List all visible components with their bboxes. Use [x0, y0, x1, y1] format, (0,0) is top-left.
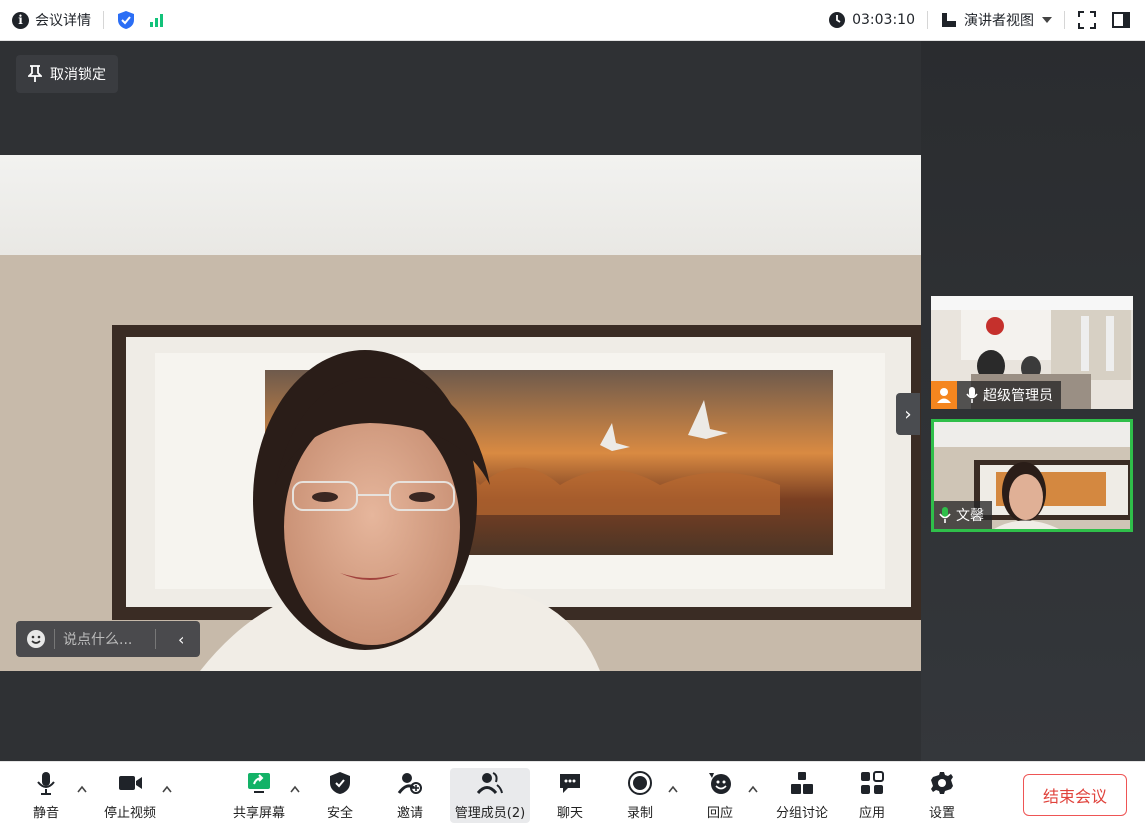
chevron-up-icon[interactable]: [748, 785, 758, 793]
view-mode-label: 演讲者视图: [964, 13, 1034, 29]
record-icon: [628, 771, 652, 795]
speaker-view-icon: [942, 13, 956, 27]
mute-button[interactable]: 静音: [24, 768, 68, 823]
breakout-rooms-label: 分组讨论: [775, 806, 828, 821]
meeting-timer: 03:03:10: [852, 12, 915, 28]
shield-icon: [330, 772, 350, 794]
emoji-icon[interactable]: [26, 629, 46, 649]
invite-label: 邀请: [396, 806, 423, 821]
chevron-up-icon[interactable]: [290, 785, 300, 793]
apps-label: 应用: [858, 806, 885, 821]
divider: [103, 11, 104, 29]
security-shield-icon[interactable]: [116, 10, 136, 30]
video-camera-icon: [119, 776, 142, 790]
clock-icon: [829, 12, 846, 28]
add-user-icon: [397, 773, 422, 794]
mute-label: 静音: [32, 806, 59, 821]
unlock-pin-button[interactable]: 取消锁定: [16, 55, 118, 93]
meeting-info-label: 会议详情: [35, 13, 91, 29]
security-button[interactable]: 安全: [320, 768, 360, 823]
chevron-down-icon: [1042, 17, 1052, 23]
unlock-label: 取消锁定: [50, 67, 106, 83]
meeting-toolbar: 静音 停止视频 共享屏幕 安全 邀请 管理成员(2) 聊天 录制 回应 分组讨论…: [0, 761, 1145, 828]
participant-name: 文馨: [956, 508, 984, 524]
security-label: 安全: [326, 806, 353, 821]
breakout-rooms-button[interactable]: 分组讨论: [770, 768, 834, 823]
meeting-info-button[interactable]: i 会议详情: [12, 10, 91, 30]
apps-grid-icon: [861, 771, 884, 794]
participant-label: 文馨: [934, 501, 992, 529]
chat-placeholder[interactable]: 说点什么...: [63, 629, 147, 649]
stop-video-button[interactable]: 停止视频: [98, 768, 162, 823]
divider: [155, 629, 156, 649]
reaction-icon: [709, 773, 731, 794]
participant-tile-active-speaker[interactable]: 文馨: [931, 419, 1133, 532]
network-signal-icon[interactable]: [150, 13, 163, 27]
apps-button[interactable]: 应用: [852, 768, 892, 823]
expand-side-panel-icon[interactable]: ›: [896, 393, 920, 435]
chat-button[interactable]: 聊天: [550, 768, 590, 823]
record-button[interactable]: 录制: [618, 768, 662, 823]
manage-members-button[interactable]: 管理成员(2): [450, 768, 530, 823]
record-label: 录制: [626, 806, 653, 821]
share-screen-label: 共享屏幕: [232, 806, 285, 821]
microphone-active-icon: [939, 507, 951, 523]
chat-icon: [560, 774, 580, 793]
user-avatar-icon: [931, 381, 957, 409]
pin-icon: [28, 65, 42, 82]
chevron-up-icon[interactable]: [162, 785, 172, 793]
view-mode-dropdown[interactable]: 演讲者视图: [940, 10, 1052, 30]
gear-icon: [931, 772, 953, 794]
chat-quick-input[interactable]: 说点什么... ‹: [16, 621, 200, 657]
main-video-stage: 取消锁定 说点什么... ‹ ›: [0, 41, 921, 761]
participant-label: 超级管理员: [931, 381, 1061, 409]
top-bar: i 会议详情 03:03:10 演讲者视图: [0, 0, 1145, 41]
invite-button[interactable]: 邀请: [388, 768, 432, 823]
side-panel-toggle-icon[interactable]: [1111, 10, 1131, 30]
divider: [927, 11, 928, 29]
manage-members-label: 管理成员(2): [454, 806, 526, 821]
end-meeting-button[interactable]: 结束会议: [1023, 774, 1127, 816]
share-screen-button[interactable]: 共享屏幕: [226, 768, 292, 823]
collapse-chat-icon[interactable]: ‹: [178, 630, 184, 649]
reaction-button[interactable]: 回应: [698, 768, 742, 823]
divider: [54, 629, 55, 649]
chat-label: 聊天: [556, 806, 583, 821]
members-icon: [477, 772, 503, 795]
participant-tile[interactable]: 超级管理员: [931, 296, 1133, 409]
breakout-rooms-icon: [791, 772, 813, 794]
participant-gallery: 超级管理员 文馨: [921, 41, 1145, 761]
divider: [1064, 11, 1065, 29]
settings-button[interactable]: 设置: [922, 768, 962, 823]
participant-name: 超级管理员: [983, 388, 1053, 404]
reaction-label: 回应: [706, 806, 733, 821]
info-icon: i: [12, 11, 29, 29]
settings-label: 设置: [928, 806, 955, 821]
chevron-up-icon[interactable]: [77, 785, 87, 793]
speaker-video-feed: [0, 155, 921, 671]
microphone-icon: [37, 772, 55, 795]
chevron-up-icon[interactable]: [668, 785, 678, 793]
microphone-icon: [966, 387, 978, 403]
fullscreen-icon[interactable]: [1077, 10, 1097, 30]
share-screen-icon: [248, 773, 270, 793]
stop-video-label: 停止视频: [103, 806, 156, 821]
